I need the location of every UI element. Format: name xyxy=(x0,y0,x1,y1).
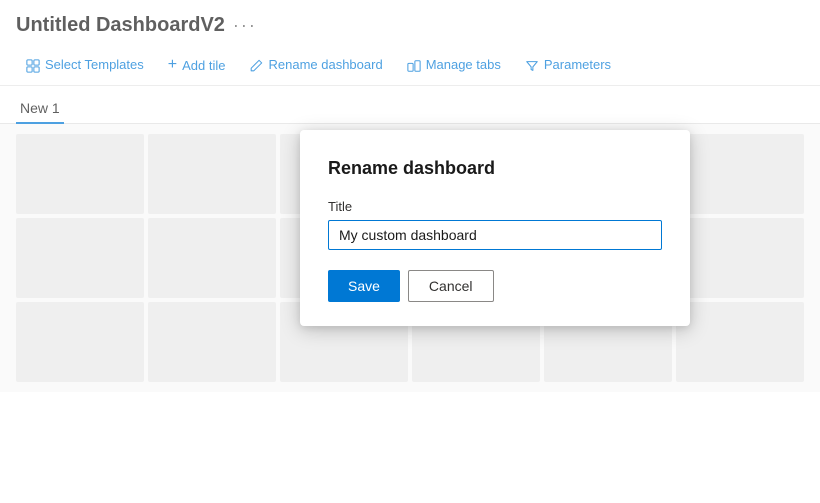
dialog-actions: Save Cancel xyxy=(328,270,662,302)
title-input[interactable] xyxy=(328,220,662,250)
title-field-label: Title xyxy=(328,199,662,214)
dialog-title: Rename dashboard xyxy=(328,158,662,179)
rename-dashboard-dialog: Rename dashboard Title Save Cancel xyxy=(300,130,690,326)
cancel-button[interactable]: Cancel xyxy=(408,270,494,302)
save-button[interactable]: Save xyxy=(328,270,400,302)
